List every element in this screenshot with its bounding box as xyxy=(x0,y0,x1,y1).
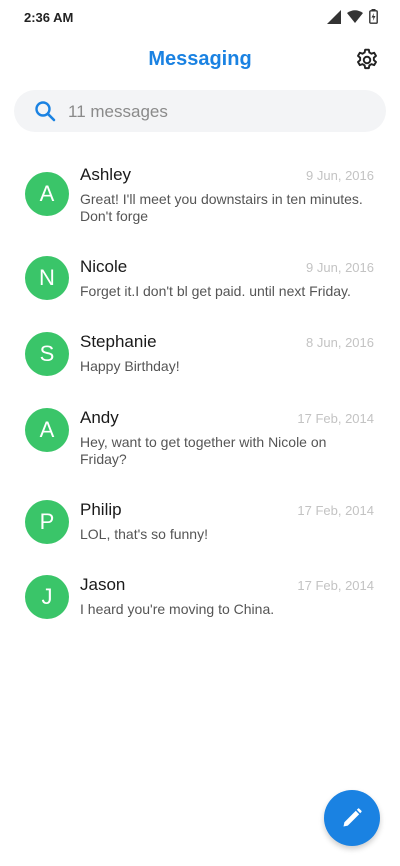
message-date: 9 Jun, 2016 xyxy=(306,168,374,183)
message-sender: Ashley xyxy=(80,165,132,184)
message-item-philip[interactable]: P Philip 17 Feb, 2014 LOL, that's so fun… xyxy=(0,470,400,546)
search-icon xyxy=(34,100,56,122)
compose-button[interactable] xyxy=(324,790,380,846)
message-preview: Forget it.I don't bl get paid. until nex… xyxy=(80,283,351,299)
message-item-andy[interactable]: A Andy 17 Feb, 2014 Hey, want to get tog… xyxy=(0,378,400,470)
messaging-screen: 2:36 AM Messaging 11 messages A Ashley 9… xyxy=(0,0,400,866)
gear-icon xyxy=(357,48,377,70)
message-preview: Great! I'll meet you downstairs in ten m… xyxy=(80,191,363,224)
message-sender: Philip xyxy=(80,500,122,519)
message-sender: Jason xyxy=(80,575,126,594)
message-preview: LOL, that's so funny! xyxy=(80,526,208,542)
battery-icon xyxy=(369,9,378,29)
pencil-icon xyxy=(343,808,362,827)
message-date: 8 Jun, 2016 xyxy=(306,335,374,350)
status-time: 2:36 AM xyxy=(24,10,74,25)
message-date: 17 Feb, 2014 xyxy=(297,503,374,518)
status-icons xyxy=(327,9,378,29)
message-list: A Ashley 9 Jun, 2016 Great! I'll meet yo… xyxy=(0,150,400,622)
status-bar: 2:36 AM xyxy=(0,0,400,36)
avatar: P xyxy=(25,500,69,544)
message-sender: Stephanie xyxy=(80,332,157,351)
message-item-jason[interactable]: J Jason 17 Feb, 2014 I heard you're movi… xyxy=(0,546,400,622)
avatar: S xyxy=(25,332,69,376)
wifi-icon xyxy=(347,9,363,29)
settings-button[interactable] xyxy=(354,47,380,73)
page-title: Messaging xyxy=(148,48,252,70)
avatar: A xyxy=(25,408,69,452)
message-sender: Nicole xyxy=(80,257,128,276)
message-preview: Happy Birthday! xyxy=(80,358,180,374)
avatar: A xyxy=(25,172,69,216)
message-preview: I heard you're moving to China. xyxy=(80,601,275,617)
message-item-ashley[interactable]: A Ashley 9 Jun, 2016 Great! I'll meet yo… xyxy=(0,150,400,226)
message-sender: Andy xyxy=(80,408,119,427)
message-date: 17 Feb, 2014 xyxy=(297,578,374,593)
avatar: J xyxy=(25,575,69,619)
avatar: N xyxy=(25,256,69,300)
message-date: 17 Feb, 2014 xyxy=(297,411,374,426)
search-placeholder: 11 messages xyxy=(68,102,168,121)
message-item-stephanie[interactable]: S Stephanie 8 Jun, 2016 Happy Birthday! xyxy=(0,302,400,378)
message-date: 9 Jun, 2016 xyxy=(306,260,374,275)
message-preview: Hey, want to get together with Nicole on… xyxy=(80,434,327,467)
cell-signal-icon xyxy=(327,9,341,29)
app-header: Messaging xyxy=(0,40,400,80)
message-item-nicole[interactable]: N Nicole 9 Jun, 2016 Forget it.I don't b… xyxy=(0,226,400,302)
search-input[interactable]: 11 messages xyxy=(14,90,386,132)
